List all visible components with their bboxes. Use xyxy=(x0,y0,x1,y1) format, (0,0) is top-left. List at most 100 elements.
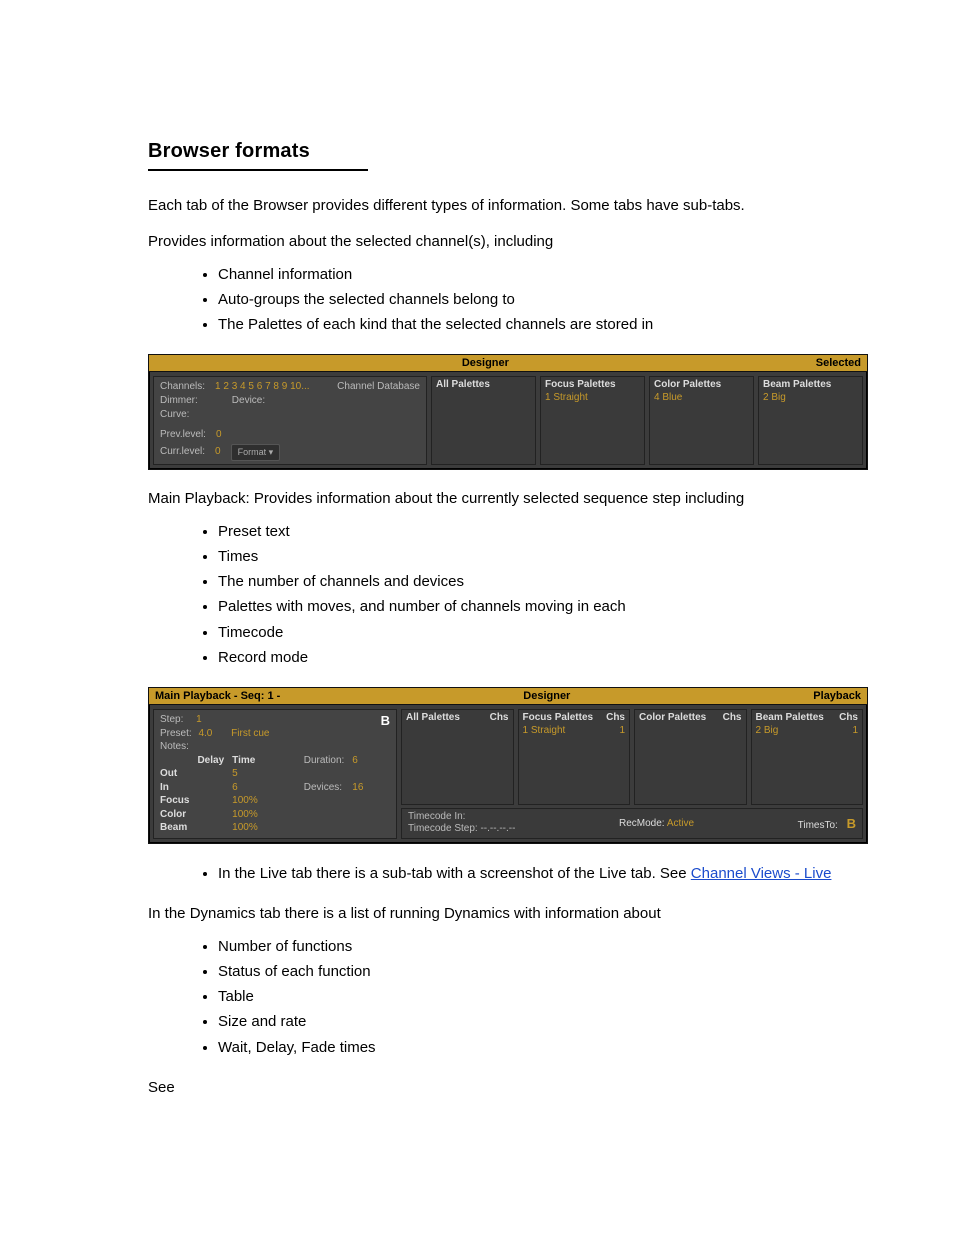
list-item: Timecode xyxy=(218,621,846,644)
beam-palettes-col: Beam Palettes Chs 2 Big 1 xyxy=(751,709,864,805)
curve-label: Curve: xyxy=(160,408,420,422)
palette-header: Beam Palettes xyxy=(756,712,824,723)
dyn-bullets: Number of functions Status of each funct… xyxy=(218,935,846,1059)
time-header: Time xyxy=(232,754,266,768)
palette-header: Focus Palettes xyxy=(523,712,594,723)
timesto-value: B xyxy=(847,816,856,831)
all-palettes-col: All Palettes xyxy=(431,376,536,465)
palette-entry[interactable]: 2 Big xyxy=(763,392,858,403)
playback-bullets: Preset text Times The number of channels… xyxy=(218,520,846,670)
list-item: Status of each function xyxy=(218,960,846,983)
selected-panel: Designer Selected Channels: 1 2 3 4 5 6 … xyxy=(148,354,868,470)
beam-palettes-col: Beam Palettes 2 Big xyxy=(758,376,863,465)
curr-level-value: 0 xyxy=(215,445,221,459)
in-label: In xyxy=(160,781,197,795)
palette-header: Beam Palettes xyxy=(763,379,831,390)
panel-title: Designer xyxy=(280,690,813,702)
step-value: 1 xyxy=(196,714,202,725)
chs-header: Chs xyxy=(723,712,742,723)
list-item: Table xyxy=(218,985,846,1008)
chs-header: Chs xyxy=(606,712,625,723)
all-palettes-col: All Palettes Chs xyxy=(401,709,514,805)
duration-label: Duration: xyxy=(304,754,353,768)
playback-panel: Main Playback - Seq: 1 - Designer Playba… xyxy=(148,687,868,844)
step-label: Step: xyxy=(160,714,183,725)
section-heading: Browser formats xyxy=(148,140,906,163)
duration-value: 6 xyxy=(352,754,371,768)
palette-entry[interactable]: 1 Straight xyxy=(545,392,640,403)
intro-text: Each tab of the Browser provides differe… xyxy=(148,195,866,217)
timesto-label: TimesTo: xyxy=(798,820,838,831)
focus-palettes-col: Focus Palettes 1 Straight xyxy=(540,376,645,465)
live-sub-bullets: In the Live tab there is a sub-tab with … xyxy=(218,862,846,885)
list-item: Size and rate xyxy=(218,1010,846,1033)
panel-mode: Playback xyxy=(813,690,861,702)
timecode-in-label: Timecode In: xyxy=(408,811,515,824)
prev-level-value: 0 xyxy=(216,428,222,442)
preset-value: 4.0 xyxy=(198,728,212,739)
palette-header: Focus Palettes xyxy=(545,379,616,390)
channels-label: Channels: xyxy=(160,380,205,394)
beam-row-label: Beam xyxy=(160,821,197,835)
palette-entry[interactable]: 4 Blue xyxy=(654,392,749,403)
selected-intro: Provides information about the selected … xyxy=(148,231,866,253)
list-item: Times xyxy=(218,545,846,568)
selected-bullets: Channel information Auto-groups the sele… xyxy=(218,263,846,337)
palette-header: Color Palettes xyxy=(639,712,706,723)
channel-database-link[interactable]: Channel Database xyxy=(337,380,420,394)
palette-entry[interactable]: 2 Big xyxy=(756,725,779,736)
focus-palettes-col: Focus Palettes Chs 1 Straight 1 xyxy=(518,709,631,805)
focus-row-label: Focus xyxy=(160,794,197,808)
out-time: 5 xyxy=(232,767,266,781)
list-item: Palettes with moves, and number of chann… xyxy=(218,595,846,618)
preset-text: First cue xyxy=(231,728,269,739)
recmode-label: RecMode: xyxy=(619,818,665,829)
prev-level-label: Prev.level: xyxy=(160,428,206,442)
delay-header: Delay xyxy=(197,754,232,768)
b-indicator: B xyxy=(381,712,390,730)
palette-header: All Palettes xyxy=(406,712,460,723)
palette-entry[interactable]: 1 Straight xyxy=(523,725,566,736)
see-line: See xyxy=(148,1077,866,1099)
beam-time: 100% xyxy=(232,821,266,835)
out-label: Out xyxy=(160,767,197,781)
list-item: The Palettes of each kind that the selec… xyxy=(218,313,846,336)
devices-value: 16 xyxy=(352,781,371,795)
format-button[interactable]: Format ▾ xyxy=(231,444,281,461)
list-item: Wait, Delay, Fade times xyxy=(218,1036,846,1059)
panel-mode: Selected xyxy=(816,357,861,369)
palette-header: Color Palettes xyxy=(654,379,721,390)
heading-rule xyxy=(148,169,368,171)
preset-label: Preset: xyxy=(160,728,192,739)
color-palettes-col: Color Palettes Chs xyxy=(634,709,747,805)
channel-views-live-link[interactable]: Channel Views - Live xyxy=(691,865,832,882)
notes-label: Notes: xyxy=(160,740,390,754)
panel-title: Designer xyxy=(155,357,816,369)
dimmer-label: Dimmer: xyxy=(160,394,198,408)
recmode-value: Active xyxy=(667,818,694,829)
dyn-intro: In the Dynamics tab there is a list of r… xyxy=(148,903,866,925)
chs-header: Chs xyxy=(839,712,858,723)
focus-time: 100% xyxy=(232,794,266,808)
panel-header-left: Main Playback - Seq: 1 - xyxy=(155,690,280,702)
live-bullet-text: In the Live tab there is a sub-tab with … xyxy=(218,865,687,882)
playback-info-box: B Step: 1 Preset: 4.0 First cue Notes: xyxy=(153,709,397,839)
list-item: In the Live tab there is a sub-tab with … xyxy=(218,862,846,885)
chs-header: Chs xyxy=(490,712,509,723)
channel-info-box: Channels: 1 2 3 4 5 6 7 8 9 10... Channe… xyxy=(153,376,427,465)
color-palettes-col: Color Palettes 4 Blue xyxy=(649,376,754,465)
list-item: Record mode xyxy=(218,646,846,669)
playback-intro: Main Playback: Provides information abou… xyxy=(148,488,866,510)
list-item: The number of channels and devices xyxy=(218,570,846,593)
timecode-step-value: --.--.--.-- xyxy=(480,823,515,834)
list-item: Number of functions xyxy=(218,935,846,958)
palette-chs: 1 xyxy=(619,725,625,736)
palette-header: All Palettes xyxy=(436,379,490,390)
in-time: 6 xyxy=(232,781,266,795)
curr-level-label: Curr.level: xyxy=(160,445,205,459)
list-item: Auto-groups the selected channels belong… xyxy=(218,288,846,311)
color-time: 100% xyxy=(232,808,266,822)
list-item: Preset text xyxy=(218,520,846,543)
device-label: Device: xyxy=(232,394,265,408)
list-item: Channel information xyxy=(218,263,846,286)
